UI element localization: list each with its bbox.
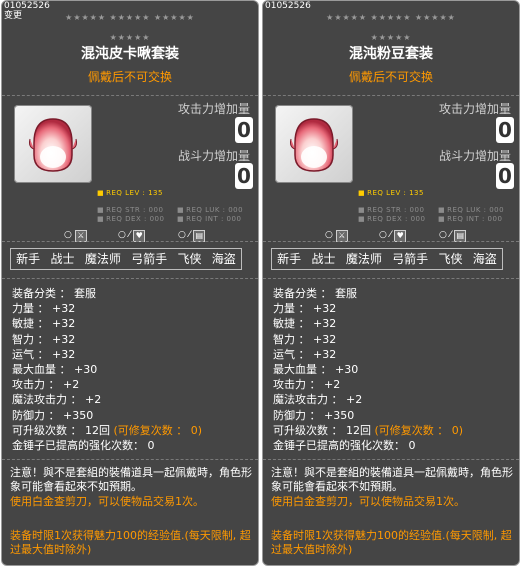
job-warrior: 战士 bbox=[311, 252, 336, 266]
trade-restriction: 佩戴后不可交换 bbox=[348, 70, 433, 84]
stat-category: 装备分类 ： 套服 bbox=[273, 287, 357, 300]
divider bbox=[2, 459, 258, 460]
req-level: ■ REQ LEV : 135 bbox=[97, 189, 163, 197]
job-bowman: 弓箭手 bbox=[131, 252, 168, 266]
stat-magic-attack: 魔法攻击力 ： +2 bbox=[273, 393, 363, 407]
attack-increase-label: 攻击力增加量 bbox=[438, 102, 511, 116]
starforce-row-2: ★★★★★ bbox=[370, 33, 412, 42]
power-increase-label: 战斗力增加量 bbox=[438, 149, 511, 163]
stat-luk: 运气 ： +32 bbox=[12, 347, 76, 361]
attack-increase-value: 0 bbox=[496, 117, 514, 143]
pink-egg-outfit-icon bbox=[29, 118, 77, 172]
stat-list: 装备分类 ： 套服 力量 ： +32 敏捷 ： +32 智力 ： +32 运气 … bbox=[273, 286, 463, 453]
item-id: 01052526 bbox=[4, 1, 50, 11]
job-list: 新手 战士 魔法师 弓箭手 飞侠 海盗 bbox=[10, 248, 242, 270]
stat-upgrades: 可升级次数 ： 12回 (可修复次数 ： 0) bbox=[273, 423, 464, 437]
job-pirate: 海盗 bbox=[472, 252, 497, 266]
stat-category: 装备分类 ： 套服 bbox=[12, 287, 96, 300]
req-dex: ■ REQ DEX : 000 bbox=[97, 215, 165, 223]
divider bbox=[2, 241, 258, 242]
stat-maxhp: 最大血量 ： +30 bbox=[273, 363, 359, 377]
power-increase-value: 0 bbox=[235, 163, 253, 189]
starforce-row-2: ★★★★★ bbox=[109, 33, 151, 42]
job-beginner: 新手 bbox=[16, 252, 41, 266]
req-luk: ■ REQ LUK : 000 bbox=[438, 206, 505, 214]
job-bowman: 弓箭手 bbox=[392, 252, 429, 266]
divider bbox=[263, 278, 519, 279]
power-increase-label: 战斗力增加量 bbox=[177, 149, 250, 163]
stat-str: 力量 ： +32 bbox=[273, 302, 337, 316]
req-level: ■ REQ LEV : 135 bbox=[358, 189, 424, 197]
attack-increase-label: 攻击力增加量 bbox=[177, 102, 250, 116]
stat-hammer: 金锤子已提高的强化次数： 0 bbox=[273, 439, 416, 453]
pink-egg-outfit-icon bbox=[290, 118, 338, 172]
job-warrior: 战士 bbox=[50, 252, 75, 266]
stat-dex: 敏捷 ： +32 bbox=[12, 317, 76, 331]
starforce-row: ★★★★★ ★★★★★ ★★★★★ bbox=[326, 13, 456, 22]
job-pirate: 海盗 bbox=[211, 252, 236, 266]
notice-text: 注意！與不是套組的裝備道具一起佩戴時，角色形象可能會看起來不如預期。 使用白金查… bbox=[10, 466, 252, 508]
attack-increase-value: 0 bbox=[235, 117, 253, 143]
notice-text: 注意！與不是套組的裝備道具一起佩戴時，角色形象可能會看起來不如預期。 使用白金查… bbox=[271, 466, 513, 508]
job-thief: 飞侠 bbox=[438, 252, 463, 266]
divider bbox=[2, 278, 258, 279]
job-thief: 飞侠 bbox=[177, 252, 202, 266]
stat-attack: 攻击力 ： +2 bbox=[273, 378, 341, 392]
stat-defense: 防御力 ： +350 bbox=[273, 408, 355, 422]
divider bbox=[2, 95, 258, 96]
scissors-text: 使用白金查剪刀，可以使物品交易1次。 bbox=[10, 495, 204, 508]
req-dex: ■ REQ DEX : 000 bbox=[358, 215, 426, 223]
power-increase-value: 0 bbox=[496, 163, 514, 189]
stat-int: 智力 ： +32 bbox=[12, 332, 76, 346]
item-id: 01052526 bbox=[265, 1, 311, 11]
starforce-row: ★★★★★ ★★★★★ ★★★★★ bbox=[65, 13, 195, 22]
job-beginner: 新手 bbox=[277, 252, 302, 266]
req-str: ■ REQ STR : 000 bbox=[97, 206, 164, 214]
stat-hammer: 金锤子已提高的强化次数： 0 bbox=[12, 439, 155, 453]
stat-list: 装备分类 ： 套服 力量 ： +32 敏捷 ： +32 智力 ： +32 运气 … bbox=[12, 286, 202, 453]
scissors-text: 使用白金查剪刀，可以使物品交易1次。 bbox=[271, 495, 465, 508]
divider bbox=[263, 95, 519, 96]
stat-maxhp: 最大血量 ： +30 bbox=[12, 363, 98, 377]
item-tooltip-right: 01052526 ★★★★★ ★★★★★ ★★★★★ ★★★★★ 混沌粉豆套装 … bbox=[262, 0, 520, 566]
stat-luk: 运气 ： +32 bbox=[273, 347, 337, 361]
exp-text: 装备时限1次获得魅力100的经验值.(每天限制, 超过最大值时除外) bbox=[10, 529, 251, 556]
req-int: ■ REQ INT : 000 bbox=[438, 215, 503, 223]
job-magician: 魔法师 bbox=[345, 252, 382, 266]
job-list: 新手 战士 魔法师 弓箭手 飞侠 海盗 bbox=[271, 248, 503, 270]
req-str: ■ REQ STR : 000 bbox=[358, 206, 425, 214]
exp-text: 装备时限1次获得魅力100的经验值.(每天限制, 超过最大值时除外) bbox=[271, 529, 512, 556]
stat-defense: 防御力 ： +350 bbox=[12, 408, 94, 422]
job-magician: 魔法师 bbox=[84, 252, 121, 266]
trade-restriction: 佩戴后不可交换 bbox=[87, 70, 172, 84]
stat-upgrades: 可升级次数 ： 12回 (可修复次数 ： 0) bbox=[12, 423, 203, 437]
stat-dex: 敏捷 ： +32 bbox=[273, 317, 337, 331]
divider bbox=[263, 241, 519, 242]
stat-attack: 攻击力 ： +2 bbox=[12, 378, 80, 392]
item-tooltip-left: 01052526 变更 ★★★★★ ★★★★★ ★★★★★ ★★★★★ 混沌皮卡… bbox=[1, 0, 259, 566]
stat-str: 力量 ： +32 bbox=[12, 302, 76, 316]
stat-int: 智力 ： +32 bbox=[273, 332, 337, 346]
req-luk: ■ REQ LUK : 000 bbox=[177, 206, 244, 214]
req-int: ■ REQ INT : 000 bbox=[177, 215, 242, 223]
item-title: 混沌粉豆套装 bbox=[349, 46, 433, 62]
stat-magic-attack: 魔法攻击力 ： +2 bbox=[12, 393, 102, 407]
item-title: 混沌皮卡啾套装 bbox=[81, 46, 179, 62]
divider bbox=[263, 459, 519, 460]
